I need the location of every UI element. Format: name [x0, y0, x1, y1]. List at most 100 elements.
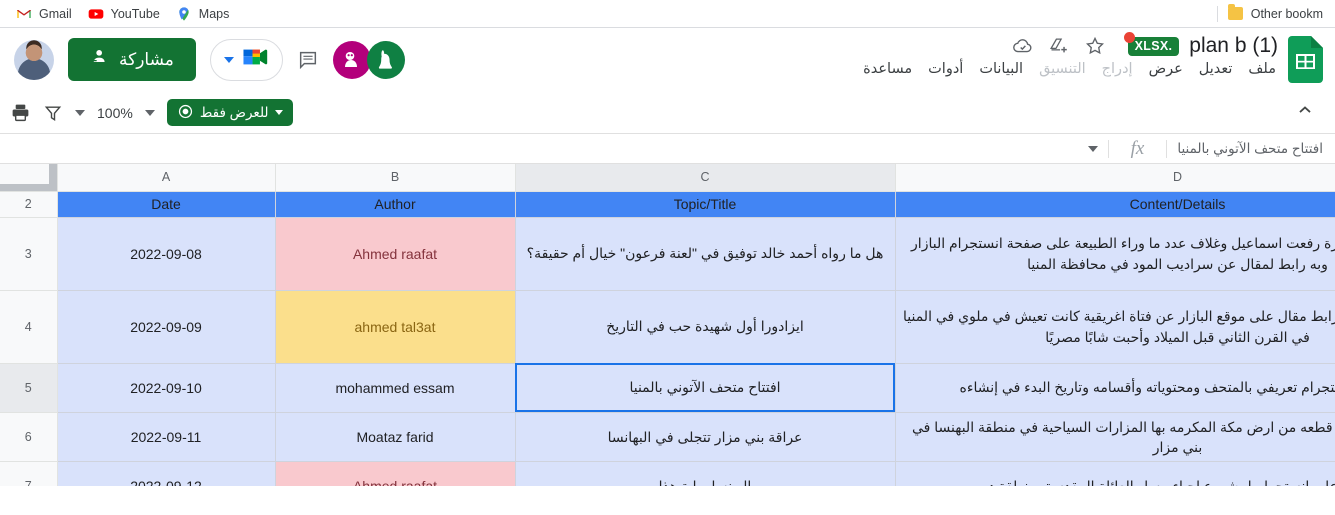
cell-c3-topic[interactable]: هل ما رواه أحمد خالد توفيق في "لعنة فرعو… — [514, 216, 896, 291]
view-only-label: للعرض فقط — [199, 104, 269, 120]
other-bookmarks-area: Other bookm — [1216, 0, 1331, 27]
cell-d7-content[interactable]: بوست على انستجرام لمشروع احياء مسار العا… — [894, 461, 1335, 486]
formula-expand-caret[interactable] — [1087, 145, 1098, 152]
table-row: 7 2022-09-12 Ahmed raafat البهنسا بوابة … — [0, 461, 1335, 486]
row-header-2[interactable]: 2 — [0, 190, 58, 218]
cell-d4-content[interactable]: بوست انستجرام به رابط مقال على موقع البا… — [894, 289, 1335, 364]
menu-item-view[interactable]: عرض — [1149, 61, 1183, 77]
chevron-up-icon[interactable] — [1287, 96, 1323, 129]
spreadsheet-grid[interactable]: A B C D 2 Date Author Topic/Title Conten… — [0, 164, 1335, 486]
formula-input[interactable]: افتتاح متحف الآتوني بالمنيا — [1177, 141, 1327, 157]
zoom-dropdown-caret[interactable] — [75, 109, 85, 116]
file-type-badge[interactable]: XLSX. — [1123, 31, 1180, 56]
column-header-c[interactable]: C — [514, 164, 896, 192]
cell-d5-content[interactable]: بوست انستجرام تعريفي بالمتحف ومحتوياته و… — [894, 362, 1335, 413]
cell-b6-author[interactable]: Moataz farid — [274, 411, 516, 463]
cell-a7-date[interactable]: 2022-09-12 — [56, 461, 276, 486]
column-header-d[interactable]: D — [894, 164, 1335, 192]
share-label: مشاركة — [119, 49, 174, 69]
cloud-saved-icon[interactable] — [1012, 35, 1034, 57]
menu-item-file[interactable]: ملف — [1248, 61, 1276, 77]
google-meet-button[interactable] — [209, 38, 283, 81]
cell-d3-content[interactable]: بوست منشور بصورة رفعت اسماعيل وغلاف عدد … — [894, 216, 1335, 291]
row-header-6[interactable]: 6 — [0, 411, 58, 463]
document-title[interactable]: plan b (1) — [1189, 34, 1278, 58]
filter-icon[interactable] — [43, 103, 63, 123]
collaborator-avatars — [332, 40, 405, 79]
maps-icon — [176, 6, 192, 22]
header-cell-date[interactable]: Date — [56, 190, 276, 218]
menu-item-help[interactable]: مساعدة — [863, 61, 912, 77]
cell-c7-topic[interactable]: البهنسا بوابة هذا — [514, 461, 896, 486]
cell-d6-content[interactable]: انستجرام صور عن قطعه من ارض مكة المكرمه … — [894, 411, 1335, 463]
menu-item-tools[interactable]: أدوات — [928, 61, 963, 77]
table-row: 5 2022-09-10 mohammed essam افتتاح متحف … — [0, 362, 1335, 413]
grid-table: A B C D 2 Date Author Topic/Title Conten… — [0, 164, 1335, 486]
person-add-icon — [90, 47, 110, 72]
cell-a5-date[interactable]: 2022-09-10 — [56, 362, 276, 413]
toolbar-right-group: 100% للعرض فقط — [10, 99, 293, 126]
cell-c4-topic[interactable]: ايزادورا أول شهيدة حب في التاريخ — [514, 289, 896, 364]
eye-icon — [177, 103, 194, 123]
header-cell-topic[interactable]: Topic/Title — [514, 190, 896, 218]
title-row: XLSX. plan b (1) — [1012, 31, 1278, 58]
print-icon[interactable] — [10, 102, 31, 123]
google-sheets-icon — [1288, 36, 1323, 83]
chevron-down-icon[interactable] — [223, 56, 234, 63]
menu-bar: ملف تعديل عرض إدراج التنسيق البيانات أدو… — [863, 61, 1278, 77]
menu-item-insert[interactable]: إدراج — [1102, 61, 1133, 77]
bookmark-gmail[interactable]: Gmail — [8, 4, 80, 24]
view-only-button[interactable]: للعرض فقط — [166, 99, 293, 126]
cell-b5-author[interactable]: mohammed essam — [274, 362, 516, 413]
cell-b7-author[interactable]: Ahmed raafat — [274, 461, 516, 486]
divider — [1216, 5, 1218, 22]
menu-item-format[interactable]: التنسيق — [1039, 61, 1086, 77]
cell-c6-topic[interactable]: عراقة بني مزار تتجلى في البهانسا — [514, 411, 896, 463]
table-row: 6 2022-09-11 Moataz farid عراقة بني مزار… — [0, 411, 1335, 463]
google-meet-icon — [241, 46, 269, 73]
star-icon[interactable] — [1084, 35, 1106, 57]
row-header-4[interactable]: 4 — [0, 289, 58, 364]
row-header-7[interactable]: 7 — [0, 461, 58, 486]
header-actions: مشاركة — [14, 38, 405, 81]
title-icon-group — [1012, 35, 1106, 57]
more-options-caret[interactable] — [144, 109, 155, 116]
cell-b4-author[interactable]: ahmed tal3at — [274, 289, 516, 364]
menu-item-data[interactable]: البيانات — [979, 61, 1023, 77]
collaborator-avatar-2[interactable] — [366, 40, 405, 79]
formula-bar-content: افتتاح متحف الآتوني بالمنيا fx — [1087, 134, 1327, 163]
user-avatar[interactable] — [14, 39, 54, 80]
menu-item-edit[interactable]: تعديل — [1199, 61, 1233, 77]
cell-c5-topic[interactable]: افتتاح متحف الآتوني بالمنيا — [514, 362, 896, 413]
unsaved-indicator-dot — [1123, 31, 1135, 43]
row-header-5[interactable]: 5 — [0, 362, 58, 413]
zoom-level[interactable]: 100% — [97, 105, 133, 121]
toolbar: 100% للعرض فقط — [0, 92, 1335, 134]
bookmark-maps[interactable]: Maps — [168, 4, 238, 24]
comment-icon[interactable] — [297, 49, 319, 71]
column-header-a[interactable]: A — [56, 164, 276, 192]
divider — [1107, 139, 1109, 158]
move-to-drive-icon[interactable] — [1048, 35, 1070, 57]
share-button[interactable]: مشاركة — [68, 38, 196, 81]
bookmarks-bar: Gmail YouTube Maps Other bookm — [0, 0, 1335, 28]
document-header: XLSX. plan b (1) ملف تعديل عرض إدراج الت… — [0, 28, 1335, 92]
bookmark-youtube[interactable]: YouTube — [80, 4, 168, 24]
header-cell-content[interactable]: Content/Details — [894, 190, 1335, 218]
column-header-row: A B C D — [0, 164, 1335, 192]
divider — [1166, 139, 1168, 158]
header-cell-author[interactable]: Author — [274, 190, 516, 218]
cell-a6-date[interactable]: 2022-09-11 — [56, 411, 276, 463]
cell-a3-date[interactable]: 2022-09-08 — [56, 216, 276, 291]
other-bookmarks-button[interactable]: Other bookm — [1228, 4, 1331, 24]
cell-a4-date[interactable]: 2022-09-09 — [56, 289, 276, 364]
chevron-down-icon — [274, 110, 283, 115]
collaborator-avatar-1[interactable] — [332, 40, 371, 79]
column-header-b[interactable]: B — [274, 164, 516, 192]
select-all-corner[interactable] — [0, 164, 58, 192]
bookmark-label: Maps — [198, 6, 230, 21]
table-row: 2 Date Author Topic/Title Content/Detail… — [0, 190, 1335, 218]
cell-b3-author[interactable]: Ahmed raafat — [274, 216, 516, 291]
row-header-3[interactable]: 3 — [0, 216, 58, 291]
title-and-menu: XLSX. plan b (1) ملف تعديل عرض إدراج الت… — [863, 31, 1278, 77]
